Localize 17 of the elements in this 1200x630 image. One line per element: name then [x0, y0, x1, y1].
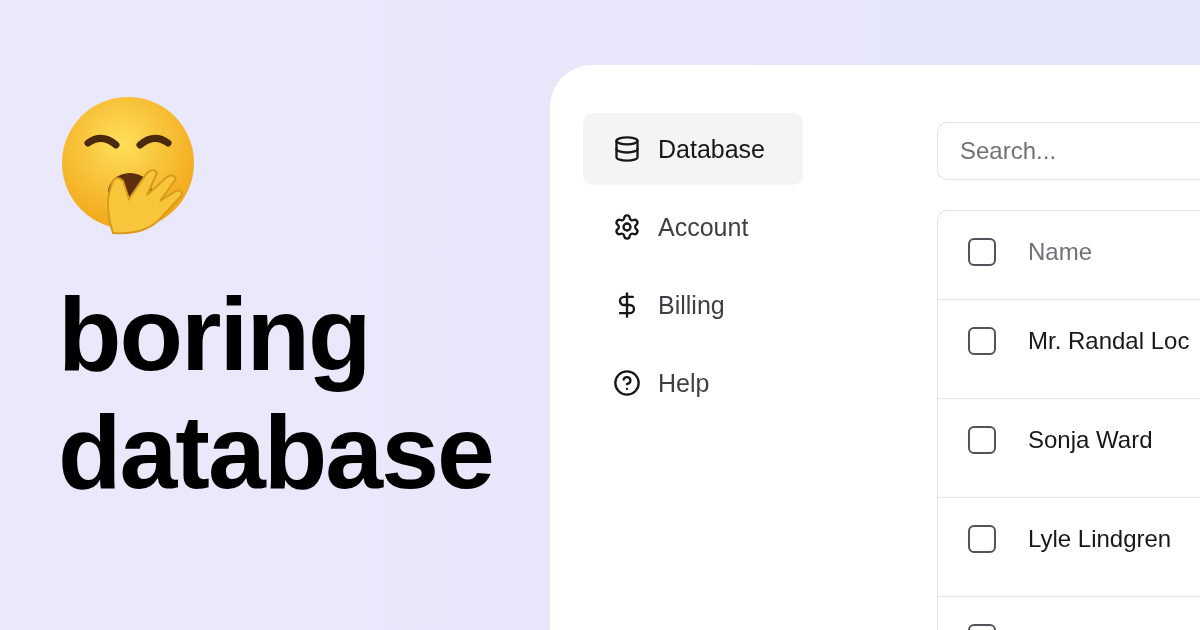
sidebar-item[interactable]: Account [583, 191, 803, 263]
table-cell: Mr. Randal Loc [1028, 327, 1190, 355]
settings-icon [613, 213, 641, 241]
checkbox[interactable] [968, 327, 996, 355]
search-field[interactable]: Search... [937, 122, 1200, 180]
sidebar-item[interactable]: Help [583, 347, 803, 419]
checkbox[interactable] [968, 525, 996, 553]
column-header: Name [1028, 238, 1093, 266]
sidebar-item[interactable]: Billing [583, 269, 803, 341]
database-icon [613, 135, 641, 163]
sidebar-item[interactable]: Database [583, 113, 803, 185]
help-icon [613, 369, 641, 397]
checkbox[interactable] [968, 426, 996, 454]
checkbox[interactable] [968, 238, 996, 266]
table-cell: Sonja Ward [1028, 426, 1153, 454]
headline: boring database [58, 275, 494, 511]
table-cell: Lyle Lindgren [1028, 525, 1172, 553]
